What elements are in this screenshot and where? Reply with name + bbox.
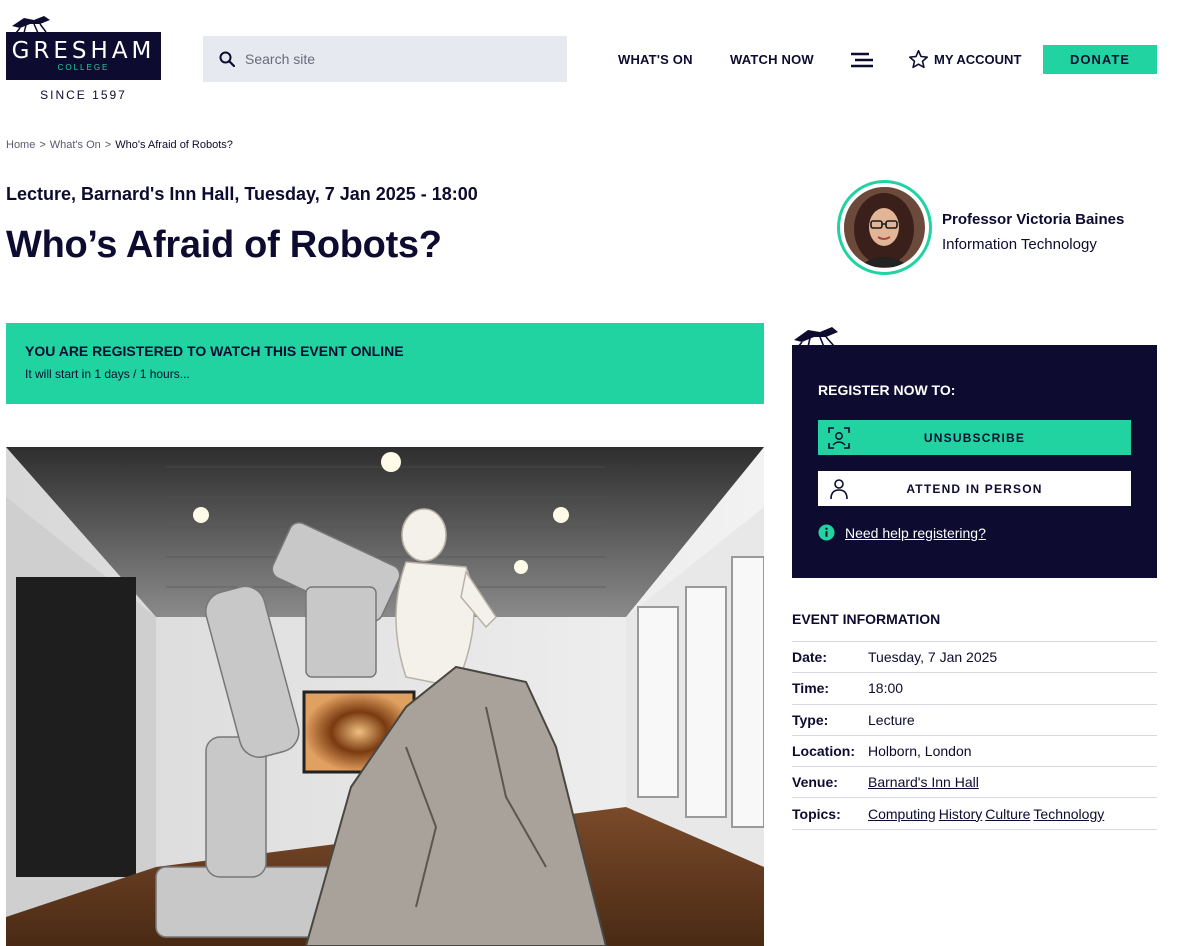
info-value-date: Tuesday, 7 Jan 2025 [868, 640, 1157, 673]
info-icon [818, 524, 835, 541]
logo-wordmark: GRESHAM [11, 38, 156, 64]
hamburger-menu-icon[interactable] [849, 51, 873, 69]
hero-image [6, 447, 764, 946]
logo-college: COLLEGE [57, 63, 110, 72]
page-title: Who’s Afraid of Robots? [6, 224, 442, 266]
info-row-date: Date: Tuesday, 7 Jan 2025 [792, 640, 1157, 673]
info-label: Venue: [792, 766, 868, 798]
grasshopper-logo-icon [12, 16, 50, 34]
info-label: Topics: [792, 797, 868, 830]
nav-whats-on[interactable]: WHAT'S ON [618, 52, 693, 67]
topic-link-technology[interactable]: Technology [1033, 806, 1104, 822]
register-panel-title: REGISTER NOW TO: [818, 382, 956, 398]
info-value-time: 18:00 [868, 672, 1157, 705]
venue-link[interactable]: Barnard's Inn Hall [868, 774, 979, 790]
search-icon [219, 51, 235, 67]
speaker-department: Information Technology [942, 236, 1097, 253]
breadcrumb-current: Who's Afraid of Robots? [115, 139, 233, 151]
info-label: Type: [792, 703, 868, 736]
help-registering: Need help registering? [818, 524, 986, 541]
registered-banner: YOU ARE REGISTERED TO WATCH THIS EVENT O… [6, 323, 764, 404]
info-row-venue: Venue: Barnard's Inn Hall [792, 766, 1157, 798]
registered-banner-countdown: It will start in 1 days / 1 hours... [25, 367, 190, 381]
speaker-name[interactable]: Professor Victoria Baines [942, 211, 1124, 228]
info-label: Time: [792, 672, 868, 705]
breadcrumb-whats-on[interactable]: What's On [50, 139, 101, 151]
nav-watch-now[interactable]: WATCH NOW [730, 52, 814, 67]
registered-banner-title: YOU ARE REGISTERED TO WATCH THIS EVENT O… [25, 343, 404, 359]
breadcrumb-separator: > [104, 139, 112, 151]
breadcrumb: Home > What's On > Who's Afraid of Robot… [6, 139, 233, 151]
breadcrumb-home[interactable]: Home [6, 139, 35, 151]
unsubscribe-label: UNSUBSCRIBE [923, 430, 1026, 445]
info-value-location: Holborn, London [868, 734, 1157, 767]
unsubscribe-button[interactable]: UNSUBSCRIBE [818, 420, 1131, 455]
info-row-location: Location: Holborn, London [792, 734, 1157, 767]
register-panel: REGISTER NOW TO: UNSUBSCRIBE ATTEND IN P… [792, 345, 1157, 578]
star-icon [908, 49, 929, 69]
breadcrumb-separator: > [39, 139, 46, 151]
topic-link-computing[interactable]: Computing [868, 806, 936, 822]
face-scan-icon [828, 427, 850, 449]
speaker-avatar[interactable] [837, 180, 932, 275]
search-input[interactable] [245, 51, 545, 67]
search-bar[interactable] [203, 36, 567, 82]
my-account-label: MY ACCOUNT [934, 52, 1022, 67]
my-account-link[interactable]: MY ACCOUNT [908, 49, 1021, 70]
event-subtitle: Lecture, Barnard's Inn Hall, Tuesday, 7 … [6, 184, 478, 204]
person-icon [830, 479, 848, 500]
topic-link-history[interactable]: History [939, 806, 983, 822]
attend-in-person-label: ATTEND IN PERSON [906, 481, 1043, 496]
topic-link-culture[interactable]: Culture [985, 806, 1030, 822]
event-information-table: Date: Tuesday, 7 Jan 2025 Time: 18:00 Ty… [792, 640, 1157, 830]
info-row-topics: Topics: Computing History Culture Technolog… [792, 797, 1157, 830]
speaker-photo [844, 187, 925, 268]
info-value-type: Lecture [868, 703, 1157, 736]
logo-box: GRESHAM COLLEGE [6, 32, 161, 80]
info-label: Date: [792, 640, 868, 673]
logo-since: SINCE 1597 [40, 88, 127, 102]
info-row-time: Time: 18:00 [792, 672, 1157, 705]
attend-in-person-button[interactable]: ATTEND IN PERSON [818, 471, 1131, 506]
event-information-title: EVENT INFORMATION [792, 611, 941, 627]
info-row-type: Type: Lecture [792, 703, 1157, 736]
help-registering-link[interactable]: Need help registering? [845, 525, 986, 541]
donate-button[interactable]: DONATE [1043, 45, 1157, 74]
info-label: Location: [792, 734, 868, 767]
